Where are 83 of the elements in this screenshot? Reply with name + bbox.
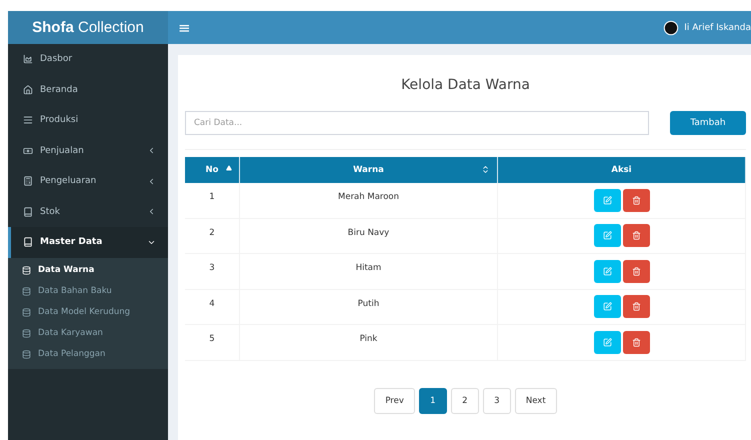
database-icon [22,350,31,358]
table-cell: Merah Maroon [240,183,498,218]
edit-icon [602,338,612,347]
sort-up-icon [226,165,232,171]
table-cell: 4 [185,290,240,325]
sidebar-item[interactable]: Master Data [8,227,168,258]
edit-button[interactable] [594,188,620,212]
table-cell: 5 [185,325,240,360]
database-icon [22,266,31,274]
sidebar-item[interactable]: Dasbor [8,44,168,74]
edit-icon [602,196,612,205]
trash-icon [632,302,640,312]
home-icon [23,84,33,95]
page-button[interactable]: 3 [482,388,511,414]
table-cell: Biru Navy [240,218,498,254]
database-icon [22,286,31,296]
sidebar-item[interactable]: Penjualan [8,136,168,166]
edit-icon [602,302,612,312]
delete-button[interactable] [622,224,650,248]
database-icon [22,328,31,338]
page-button[interactable]: 1 [418,388,447,414]
table-cell: Pink [240,325,498,360]
edit-icon [602,266,612,276]
submenu-item[interactable]: Data Karyawan [8,322,168,344]
edit-button[interactable] [594,330,620,354]
delete-button[interactable] [622,295,650,318]
calculator-icon [23,176,33,186]
table-cell: 3 [185,254,240,290]
column-header[interactable]: Warna [240,157,498,183]
book-icon [23,206,33,217]
table-cell: Hitam [240,254,498,290]
trash-icon [632,266,640,276]
delete-button[interactable] [622,330,650,354]
page-button[interactable]: Next [514,388,557,414]
submenu-label: Data Karyawan [38,328,103,338]
page-button[interactable]: Prev [374,388,415,414]
menu-button[interactable]: ≡ [178,18,191,36]
submenu-label: Data Warna [38,265,94,275]
page-button[interactable]: 2 [450,388,479,414]
brand-logo[interactable]: Shofa Collection [8,11,168,44]
sidebar-item[interactable]: Produksi [8,105,168,136]
submenu-item[interactable]: Data Model Kerudung [8,302,168,322]
page-title: Kelola Data Warna [400,76,531,95]
sidebar-item-label: Produksi [40,115,80,126]
delete-button[interactable] [622,188,650,212]
trash-icon [632,196,640,205]
column-header[interactable]: No [185,157,240,183]
sidebar-item-label: Penjualan [40,146,85,156]
search-field[interactable]: Cari Data... [185,111,649,135]
database-icon [22,308,31,316]
table-cell: 2 [185,218,240,254]
banknote-icon [23,146,33,156]
sidebar-item-label: Beranda [40,84,79,95]
sidebar-item[interactable]: Stok [8,196,168,227]
submenu-label: Data Model Kerudung [38,307,130,317]
sort-icon [481,165,490,174]
table-cell: 1 [185,183,240,218]
sidebar-item-label: Stok [40,206,61,217]
add-button[interactable]: Tambah [670,111,746,135]
submenu-item[interactable]: Data Pelanggan [8,344,168,364]
user-name[interactable]: Ii Arief Iskanda [684,22,751,32]
table-cell: Putih [240,290,498,325]
sidebar-item-label: Pengeluaran [40,176,98,186]
sidebar-item-label: Master Data [40,237,104,248]
submenu-label: Data Pelanggan [38,349,106,359]
user-avatar-icon [663,20,680,36]
list-icon [23,115,33,126]
book-icon [23,237,33,248]
trash-icon [632,338,640,347]
edit-icon [602,231,612,240]
column-header[interactable]: Aksi [498,157,746,183]
area-chart-icon [23,54,33,64]
sidebar-item[interactable]: Beranda [8,74,168,105]
edit-button[interactable] [594,260,620,283]
trash-icon [632,231,640,240]
submenu-label: Data Bahan Baku [38,286,112,296]
edit-button[interactable] [594,295,620,318]
submenu-item[interactable]: Data Warna [8,260,168,280]
sidebar-item[interactable]: Pengeluaran [8,166,168,196]
submenu-item[interactable]: Data Bahan Baku [8,280,168,302]
edit-button[interactable] [594,224,620,248]
sidebar-item-label: Dasbor [40,54,74,64]
delete-button[interactable] [622,260,650,283]
